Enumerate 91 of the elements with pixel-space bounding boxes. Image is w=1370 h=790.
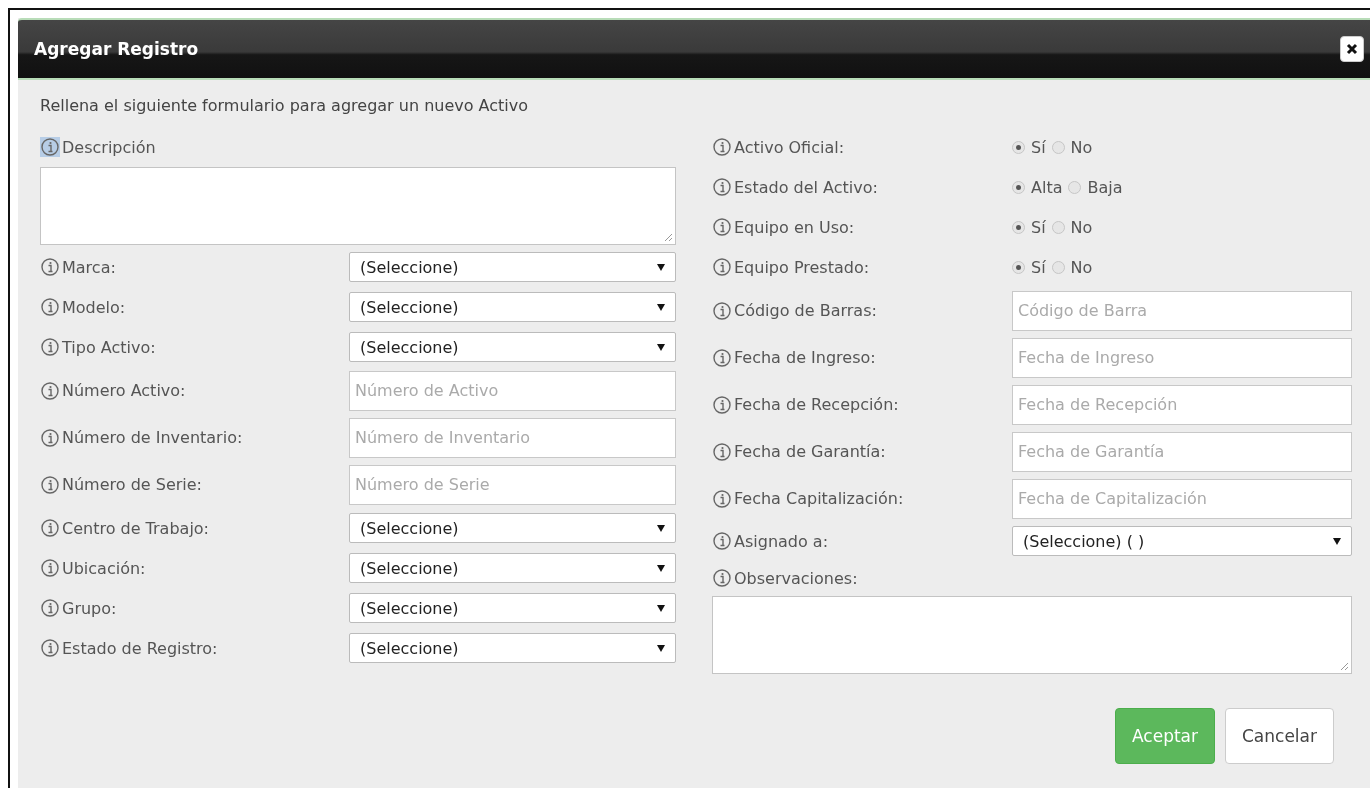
info-icon[interactable] — [712, 300, 732, 321]
dropdown[interactable]: (Seleccione) ( ) — [1012, 526, 1352, 556]
caret-icon — [657, 343, 665, 351]
caret-icon — [657, 604, 665, 612]
info-icon[interactable] — [712, 177, 732, 197]
radio-label: Sí — [1031, 217, 1046, 237]
dropdown[interactable]: (Seleccione) — [349, 252, 676, 282]
radio-label: No — [1070, 217, 1093, 237]
dropdown[interactable]: (Seleccione) — [349, 553, 676, 583]
field-label: Fecha de Ingreso: — [734, 348, 876, 367]
field-label: Activo Oficial: — [734, 137, 845, 157]
radio-label: No — [1070, 137, 1093, 157]
field-label: Descripción — [62, 137, 156, 157]
field-label: Estado del Activo: — [734, 177, 878, 197]
resize-grip-icon — [1339, 661, 1349, 671]
radio-label: Alta — [1031, 177, 1063, 197]
info-icon[interactable] — [40, 638, 60, 658]
radio-button[interactable] — [1012, 220, 1025, 234]
info-icon[interactable] — [40, 474, 60, 495]
info-icon[interactable] — [40, 598, 60, 618]
field-label: Equipo Prestado: — [734, 257, 870, 277]
radio-button[interactable] — [1012, 180, 1025, 194]
field-label: Número de Serie: — [62, 475, 202, 494]
dropdown[interactable]: (Seleccione) — [349, 513, 676, 543]
cancel-button[interactable]: Cancelar — [1225, 708, 1334, 764]
dropdown[interactable]: (Seleccione) — [349, 292, 676, 322]
info-icon[interactable] — [712, 441, 732, 462]
radio-label: Sí — [1031, 137, 1046, 157]
field-label: Tipo Activo: — [62, 337, 156, 357]
intro-text: Rellena el siguiente formulario para agregar un nuevo Activo — [40, 95, 530, 117]
field-label: Centro de Trabajo: — [62, 518, 209, 538]
dropdown[interactable]: (Seleccione) — [349, 593, 676, 623]
info-icon[interactable] — [712, 347, 732, 368]
info-icon[interactable] — [712, 568, 732, 588]
text-field[interactable]: Número de Serie — [349, 464, 676, 505]
text-field[interactable]: Fecha de Ingreso — [1012, 337, 1352, 378]
radio-button[interactable] — [1051, 220, 1065, 234]
field-label: Número de Inventario: — [62, 428, 243, 447]
info-icon[interactable] — [712, 217, 732, 237]
info-icon[interactable] — [40, 337, 60, 357]
text-field[interactable]: Fecha de Recepción — [1012, 384, 1352, 425]
info-icon[interactable] — [712, 531, 732, 551]
info-icon[interactable] — [40, 427, 60, 448]
dialog-title: Agregar Registro — [34, 39, 199, 59]
field-label: Número Activo: — [62, 381, 186, 400]
text-field[interactable]: Código de Barra — [1012, 290, 1352, 331]
info-icon[interactable] — [712, 137, 732, 157]
radio-button[interactable] — [1068, 180, 1082, 194]
caret-icon — [657, 303, 665, 311]
radio-label: No — [1070, 257, 1093, 277]
field-label: Fecha Capitalización: — [734, 489, 904, 508]
info-icon[interactable] — [40, 297, 60, 317]
field-label: Fecha de Recepción: — [734, 395, 899, 414]
radio-button[interactable] — [1051, 260, 1065, 274]
radio-label: Baja — [1087, 177, 1123, 197]
field-label: Marca: — [62, 257, 116, 277]
close-button[interactable] — [1340, 36, 1364, 62]
text-field[interactable]: Fecha de Garantía — [1012, 431, 1352, 472]
field-label: Modelo: — [62, 297, 126, 317]
caret-icon — [657, 263, 665, 271]
field-label: Grupo: — [62, 598, 117, 618]
info-icon[interactable] — [40, 257, 60, 277]
close-icon — [1346, 43, 1358, 55]
caret-icon — [657, 564, 665, 572]
field-label: Ubicación: — [62, 558, 146, 578]
resize-grip-icon — [663, 232, 673, 242]
field-label: Asignado a: — [734, 531, 829, 551]
info-icon[interactable] — [40, 518, 60, 538]
dropdown[interactable]: (Seleccione) — [349, 332, 676, 362]
field-label: Observaciones: — [734, 568, 858, 588]
text-field[interactable]: Número de Activo — [349, 370, 676, 411]
field-label: Código de Barras: — [734, 301, 877, 320]
radio-button[interactable] — [1012, 140, 1025, 154]
radio-button[interactable] — [1012, 260, 1025, 274]
info-icon[interactable] — [40, 558, 60, 578]
radio-label: Sí — [1031, 257, 1046, 277]
radio-button[interactable] — [1051, 140, 1065, 154]
caret-icon — [657, 644, 665, 652]
caret-icon — [1333, 537, 1341, 545]
field-label: Estado de Registro: — [62, 638, 218, 658]
caret-icon — [657, 524, 665, 532]
info-icon[interactable] — [40, 380, 60, 401]
field-label: Fecha de Garantía: — [734, 442, 886, 461]
text-field[interactable]: Fecha de Capitalización — [1012, 478, 1352, 519]
info-icon[interactable] — [712, 257, 732, 277]
text-field[interactable]: Número de Inventario — [349, 417, 676, 458]
info-icon[interactable] — [40, 137, 60, 157]
info-icon[interactable] — [712, 394, 732, 415]
field-label: Equipo en Uso: — [734, 217, 855, 237]
info-icon[interactable] — [712, 488, 732, 509]
dropdown[interactable]: (Seleccione) — [349, 633, 676, 663]
